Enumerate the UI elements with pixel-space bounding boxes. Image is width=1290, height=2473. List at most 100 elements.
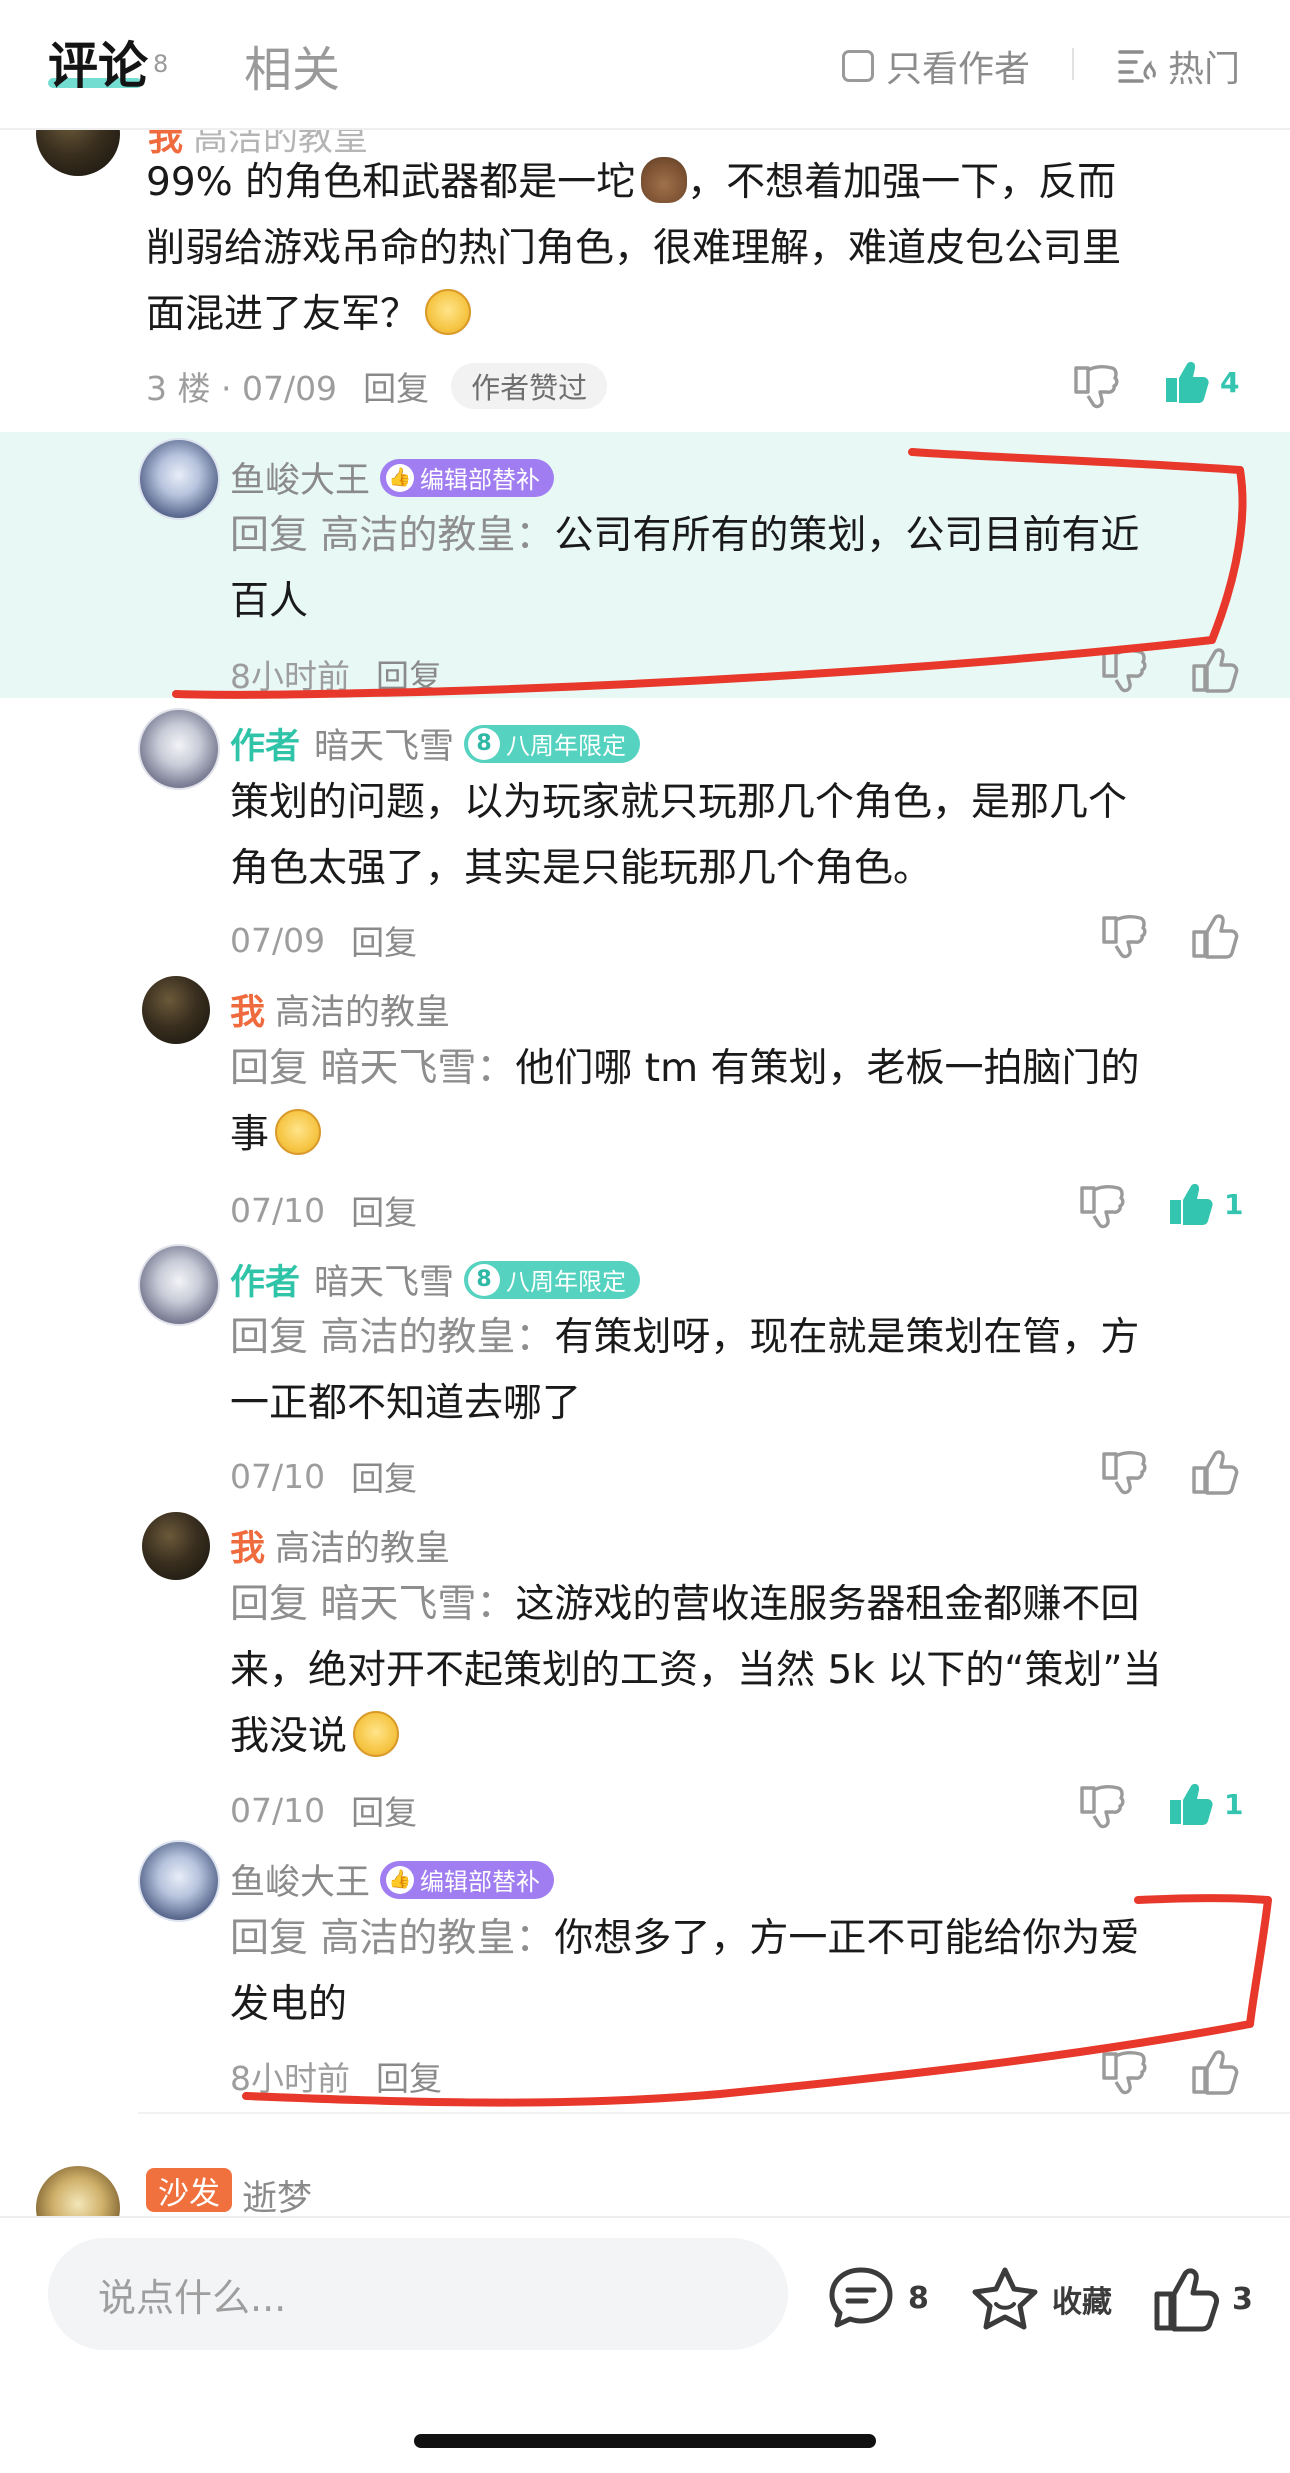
dislike-button[interactable] — [1100, 646, 1150, 694]
like-count: 1 — [1224, 1787, 1244, 1821]
sort-label: 热门 — [1168, 49, 1241, 90]
thumbs-up-badge-icon: 👍 — [386, 1865, 415, 1894]
reply-button[interactable]: 回复 — [363, 362, 429, 410]
tab-related[interactable]: 相关 — [244, 30, 340, 100]
thumbs-down-icon — [1102, 2050, 1147, 2095]
thumbs-up-icon — [1192, 2050, 1239, 2095]
avatar[interactable] — [142, 1512, 210, 1580]
comment-tab-bar: 评论 8 相关 只看作者 热门 — [0, 0, 1290, 130]
reply-author-name[interactable]: 作者 暗天飞雪 8 八周年限定 — [230, 718, 641, 769]
like-post-button[interactable]: 3 — [1152, 2266, 1253, 2332]
reply-author-name[interactable]: 鱼峻大王 👍 编辑部替补 — [230, 1854, 555, 1905]
eight-badge-icon: 8 — [468, 727, 501, 760]
editor-badge: 👍 编辑部替补 — [380, 458, 555, 497]
reply-button[interactable]: 回复 — [376, 650, 442, 698]
smirk-emoji-icon — [425, 289, 472, 335]
editor-badge: 👍 编辑部替补 — [380, 1860, 555, 1899]
dislike-button[interactable] — [1078, 1782, 1128, 1830]
comment-text: 99% 的角色和武器都是一坨 ，不想着加强一下，反而 削弱给游戏吊命的热门角色，很… — [146, 150, 1236, 348]
thumbs-up-badge-icon: 👍 — [386, 463, 415, 492]
dislike-button[interactable] — [1072, 362, 1122, 410]
eight-badge-icon: 8 — [468, 1263, 501, 1296]
thumbs-up-icon — [1192, 1450, 1239, 1495]
bottom-action-bar: 说点什么... 8 收藏 3 — [0, 2216, 1290, 2473]
favorite-label: 收藏 — [1052, 2285, 1112, 2320]
reply-button[interactable]: 回复 — [351, 1186, 417, 1234]
divider — [1072, 48, 1074, 80]
avatar[interactable] — [138, 438, 220, 520]
comment-count-button[interactable]: 8 — [826, 2266, 929, 2330]
reply-button[interactable]: 回复 — [351, 1452, 417, 1500]
reply-meta: 8小时前 回复 — [230, 2052, 442, 2100]
poop-emoji-icon — [641, 157, 688, 203]
like-button[interactable] — [1190, 646, 1240, 694]
sofa-badge: 沙发 — [146, 2168, 232, 2212]
comment-author-name[interactable]: 逝梦 — [242, 2170, 312, 2221]
like-count: 3 — [1232, 2281, 1253, 2317]
floor-date: 3 楼 · 07/09 — [146, 369, 338, 408]
dislike-button[interactable] — [1100, 2048, 1150, 2096]
smirk-emoji-icon — [353, 1711, 400, 1757]
avatar[interactable] — [138, 1840, 220, 1922]
checkbox-icon — [842, 50, 874, 82]
anniversary-badge: 8 八周年限定 — [464, 1260, 641, 1299]
avatar[interactable] — [142, 976, 210, 1044]
reply-button[interactable]: 回复 — [351, 1786, 417, 1834]
like-button[interactable]: 1 — [1166, 1180, 1243, 1228]
like-button[interactable]: 4 — [1162, 358, 1239, 406]
like-button[interactable] — [1190, 1448, 1240, 1496]
dislike-button[interactable] — [1100, 1448, 1150, 1496]
star-icon — [972, 2267, 1038, 2330]
reply-author-name[interactable]: 我高洁的教皇 — [230, 1520, 450, 1571]
reply-text: 策划的问题，以为玩家就只玩那几个角色，是那几个 角色太强了，其实是只能玩那几个角… — [230, 780, 1128, 891]
thumbs-up-icon — [1166, 361, 1209, 403]
reply-meta: 8小时前 回复 — [230, 650, 442, 698]
reply-meta: 07/10 回复 — [230, 1452, 417, 1500]
comment-count: 8 — [908, 2280, 929, 2316]
avatar[interactable] — [138, 1244, 220, 1326]
reply-text: 回复 高洁的教皇：公司有所有的策划，公司目前有近 百人 — [230, 513, 1140, 624]
reply-button[interactable]: 回复 — [376, 2052, 442, 2100]
thumbs-down-icon — [1102, 914, 1147, 959]
reply-author-name[interactable]: 作者 暗天飞雪 8 八周年限定 — [230, 1254, 641, 1305]
comment-input[interactable]: 说点什么... — [48, 2238, 788, 2350]
thumbs-down-icon — [1080, 1184, 1125, 1229]
reply-meta: 07/10 回复 — [230, 1186, 417, 1234]
like-button[interactable]: 1 — [1166, 1780, 1243, 1828]
dislike-button[interactable] — [1078, 1182, 1128, 1230]
dislike-button[interactable] — [1100, 912, 1150, 960]
reply-author-name[interactable]: 我高洁的教皇 — [230, 984, 450, 1035]
only-author-toggle[interactable]: 只看作者 — [842, 40, 1030, 92]
comment-meta: 3 楼 · 07/09 回复 作者赞过 — [146, 362, 608, 410]
tab-comments[interactable]: 评论 — [48, 26, 148, 98]
divider — [138, 2112, 1290, 2114]
thumbs-down-icon — [1080, 1784, 1125, 1829]
reply-meta: 07/10 回复 — [230, 1786, 417, 1834]
thumbs-up-icon — [1170, 1783, 1213, 1825]
like-button[interactable] — [1190, 2048, 1240, 2096]
reply-meta: 07/09 回复 — [230, 916, 417, 964]
like-count: 4 — [1220, 365, 1240, 399]
like-button[interactable] — [1190, 912, 1240, 960]
thumbs-down-icon — [1102, 1450, 1147, 1495]
reply-author-name[interactable]: 鱼峻大王 👍 编辑部替补 — [230, 452, 555, 503]
thumbs-up-icon — [1154, 2268, 1219, 2332]
smirk-emoji-icon — [275, 1109, 322, 1155]
thumbs-up-icon — [1192, 648, 1239, 693]
reply-button[interactable]: 回复 — [351, 916, 417, 964]
favorite-button[interactable]: 收藏 — [970, 2266, 1112, 2332]
reply-text: 回复 高洁的教皇：有策划呀，现在就是策划在管，方 一正都不知道去哪了 — [230, 1315, 1140, 1426]
thumbs-up-icon — [1192, 914, 1239, 959]
reply-text: 回复 暗天飞雪：他们哪 tm 有策划，老板一拍脑门的 事 — [230, 1046, 1140, 1157]
avatar[interactable] — [138, 708, 220, 790]
thumbs-up-icon — [1170, 1183, 1213, 1225]
sort-hot-button[interactable]: 热门 — [1118, 40, 1240, 92]
author-liked-badge: 作者赞过 — [451, 363, 608, 409]
anniversary-badge: 8 八周年限定 — [464, 724, 641, 763]
home-indicator — [414, 2434, 876, 2448]
thumbs-down-icon — [1074, 364, 1119, 409]
tab-comments-count: 8 — [153, 50, 169, 78]
only-author-label: 只看作者 — [886, 49, 1031, 90]
sort-icon — [1118, 50, 1156, 83]
reply-text: 回复 暗天飞雪：这游戏的营收连服务器租金都赚不回 来，绝对开不起策划的工资，当然… — [230, 1582, 1162, 1759]
